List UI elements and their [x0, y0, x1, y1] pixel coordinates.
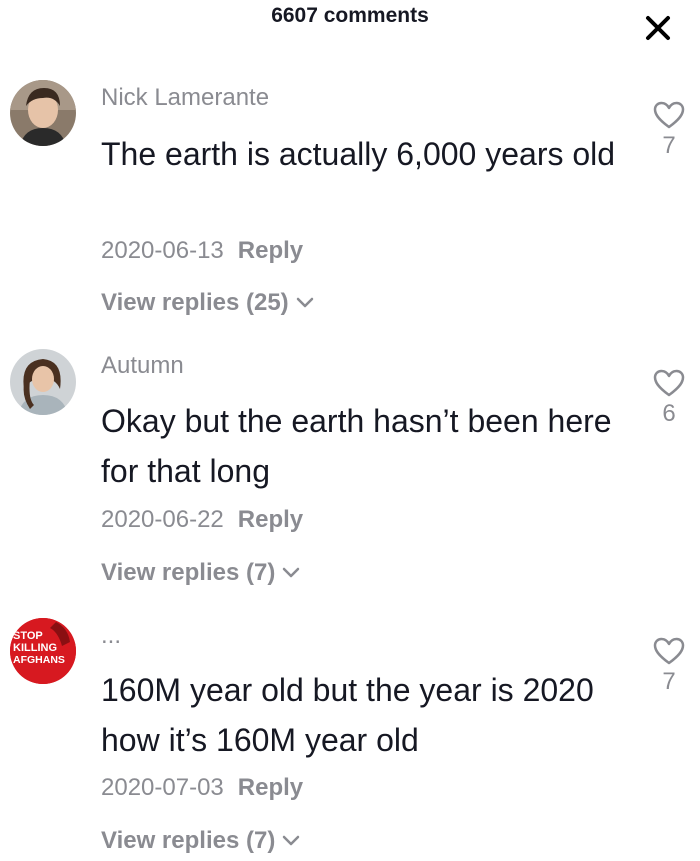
reply-button[interactable]: Reply	[238, 237, 303, 264]
comment-count-title: 6607 comments	[271, 4, 429, 27]
comment-username[interactable]: ...	[101, 622, 121, 650]
comments-header: 6607 comments	[0, 0, 700, 40]
view-replies-button[interactable]: View replies (25)	[101, 289, 315, 317]
avatar[interactable]: STOP KILLING AFGHANS	[10, 618, 76, 684]
comment-username[interactable]: Nick Lamerante	[101, 84, 269, 112]
chevron-down-icon	[296, 297, 313, 308]
avatar[interactable]	[10, 349, 76, 415]
like-count: 7	[662, 668, 676, 695]
like-count: 6	[662, 400, 676, 427]
comment-date: 2020-06-13	[101, 237, 224, 264]
comment-text: 160M year old but the year is 2020 how i…	[101, 672, 594, 758]
reply-button[interactable]: Reply	[238, 506, 303, 533]
view-replies-label: View replies (7)	[101, 559, 276, 586]
view-replies-button[interactable]: View replies (7)	[101, 827, 301, 855]
like-button[interactable]: 6	[646, 368, 692, 428]
chevron-down-icon	[283, 567, 300, 578]
heart-icon	[653, 369, 685, 397]
view-replies-label: View replies (25)	[101, 289, 289, 316]
svg-text:AFGHANS: AFGHANS	[13, 654, 65, 666]
comment-date: 2020-06-22	[101, 506, 224, 533]
svg-text:STOP: STOP	[13, 630, 43, 642]
comment-meta: 2020-07-03 Reply	[101, 774, 303, 802]
close-button[interactable]	[640, 10, 676, 46]
svg-text:KILLING: KILLING	[13, 642, 57, 654]
comment-meta: 2020-06-13 Reply	[101, 237, 303, 265]
chevron-down-icon	[283, 835, 300, 846]
comment-meta: 2020-06-22 Reply	[101, 506, 303, 534]
like-count: 7	[662, 132, 676, 159]
avatar-image	[10, 80, 76, 146]
avatar-image	[10, 349, 76, 415]
comment-username[interactable]: Autumn	[101, 352, 184, 380]
comment-text: Okay but the earth hasn’t been here for …	[101, 403, 612, 489]
reply-button[interactable]: Reply	[238, 774, 303, 801]
avatar[interactable]	[10, 80, 76, 146]
like-button[interactable]: 7	[646, 636, 692, 696]
comment-text: The earth is actually 6,000 years old	[101, 136, 616, 172]
view-replies-label: View replies (7)	[101, 827, 276, 854]
heart-icon	[653, 101, 685, 129]
heart-icon	[653, 637, 685, 665]
comment-date: 2020-07-03	[101, 774, 224, 801]
like-button[interactable]: 7	[646, 100, 692, 160]
close-icon	[646, 16, 670, 40]
view-replies-button[interactable]: View replies (7)	[101, 559, 301, 587]
avatar-image: STOP KILLING AFGHANS	[10, 618, 76, 684]
